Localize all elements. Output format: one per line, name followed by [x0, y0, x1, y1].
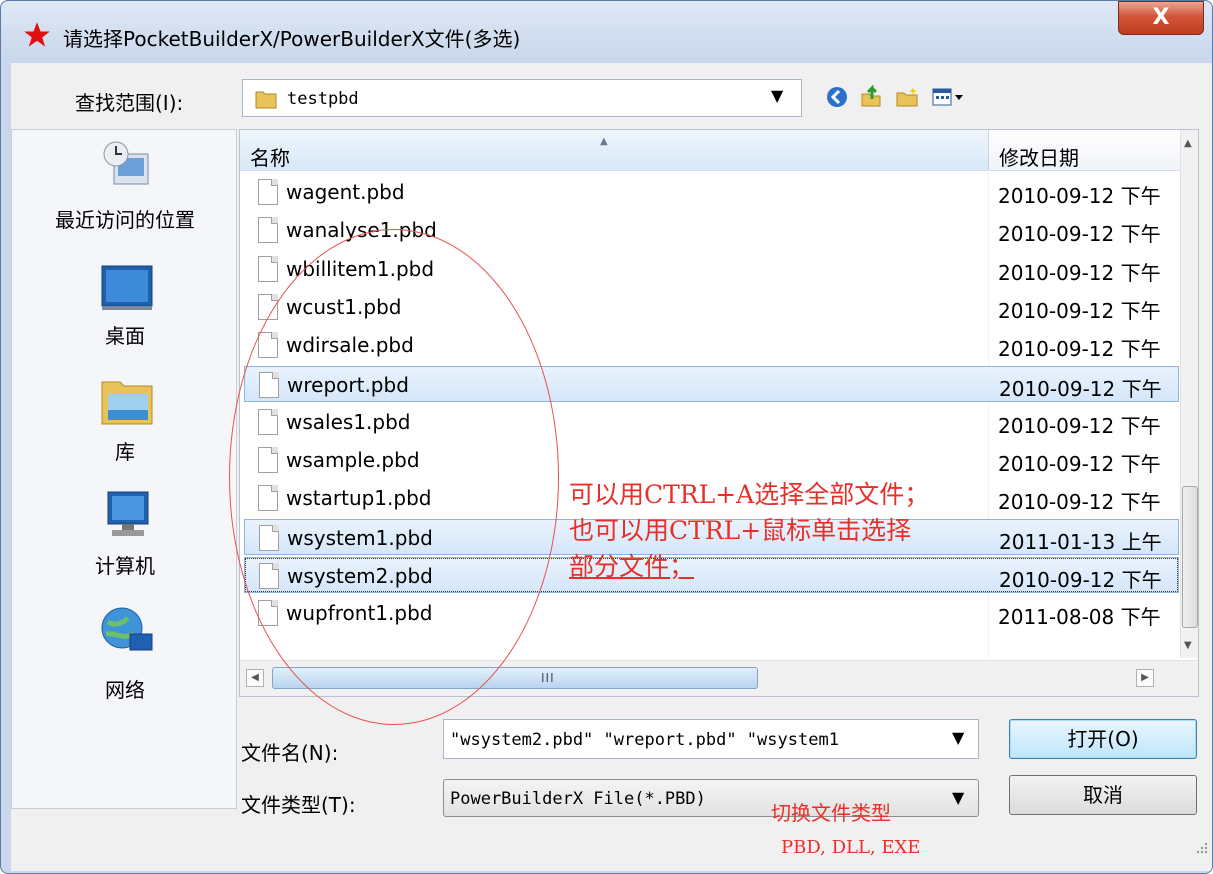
computer-icon: [107, 491, 149, 536]
file-date: 2011-08-08 下午: [998, 605, 1161, 630]
place-computer[interactable]: 计算机: [12, 488, 238, 588]
chevron-down-icon[interactable]: ▼: [771, 86, 783, 105]
filetype-annotation-extensions: PBD, DLL, EXE: [781, 837, 921, 858]
annotation-line: 部分文件；: [569, 552, 695, 581]
file-type-select[interactable]: PowerBuilderX File(*.PBD) ▼: [443, 779, 979, 817]
file-date: 2011-01-13 上午: [999, 529, 1162, 554]
file-icon: [258, 255, 278, 282]
file-date: 2010-09-12 下午: [999, 376, 1162, 401]
chevron-down-icon[interactable]: ▼: [952, 788, 964, 807]
file-date: 2010-09-12 下午: [999, 568, 1162, 592]
view-menu-icon[interactable]: [931, 85, 965, 109]
scroll-right-icon[interactable]: ▶: [1136, 669, 1154, 687]
file-type-value: PowerBuilderX File(*.PBD): [450, 789, 706, 809]
red-star-icon: [24, 22, 50, 47]
close-button[interactable]: X: [1118, 1, 1204, 35]
resize-grip-icon[interactable]: [1193, 839, 1209, 855]
file-type-label: 文件类型(T):: [241, 793, 356, 817]
file-date: 2010-09-12 下午: [998, 413, 1161, 438]
file-date: 2010-09-12 下午: [998, 222, 1161, 247]
place-label-recent: 最近访问的位置: [55, 208, 195, 232]
places-bar: 最近访问的位置 桌面 库 计算机 网络: [11, 129, 237, 809]
open-button[interactable]: 打开(O): [1009, 719, 1197, 759]
title-bar[interactable]: 请选择PocketBuilderX/PowerBuilderX文件(多选) X: [1, 1, 1212, 63]
file-name-label: 文件名(N):: [241, 741, 339, 765]
vertical-scrollbar[interactable]: ▲ ▼: [1180, 130, 1198, 658]
column-header-date[interactable]: 修改日期: [989, 130, 1179, 170]
place-label-computer: 计算机: [95, 554, 155, 578]
grip-icon: III: [541, 671, 555, 685]
vertical-scroll-thumb[interactable]: [1182, 486, 1198, 628]
recent-places-icon: [103, 141, 149, 185]
file-date: 2010-09-12 下午: [998, 337, 1161, 362]
new-folder-icon[interactable]: [895, 85, 919, 109]
filetype-annotation: 切换文件类型: [771, 801, 891, 825]
file-row[interactable]: wagent.pbd 2010-09-12 下午: [244, 174, 1179, 210]
file-name-value: "wsystem2.pbd" "wreport.pbd" "wsystem1: [450, 730, 839, 750]
multi-select-annotation: 可以用CTRL+A选择全部文件； 也可以用CTRL+鼠标单击选择 部分文件；: [569, 477, 929, 585]
network-icon: [101, 607, 153, 651]
cancel-button[interactable]: 取消: [1009, 775, 1197, 815]
sort-ascending-icon: ▲: [600, 136, 608, 147]
place-label-libraries: 库: [115, 440, 135, 464]
file-open-dialog: 请选择PocketBuilderX/PowerBuilderX文件(多选) X …: [0, 0, 1213, 874]
file-icon: [258, 179, 278, 205]
dialog-client: 查找范围(I): testpbd ▼ 最近访问的位置 桌面 库 计算机 网络 名…: [11, 63, 1212, 871]
place-label-desktop: 桌面: [105, 324, 145, 348]
up-folder-icon[interactable]: [859, 85, 883, 109]
place-libraries[interactable]: 库: [12, 374, 238, 474]
file-date: 2010-09-12 下午: [998, 452, 1161, 477]
scroll-left-icon[interactable]: ◀: [246, 669, 264, 687]
column-header-name[interactable]: 名称 ▲: [240, 130, 989, 170]
annotation-ellipse: [229, 229, 559, 725]
annotation-line: 也可以用CTRL+鼠标单击选择: [569, 516, 912, 545]
place-desktop[interactable]: 桌面: [12, 256, 238, 356]
back-icon[interactable]: [825, 85, 849, 109]
libraries-icon: [101, 381, 153, 425]
annotation-line: 可以用CTRL+A选择全部文件；: [569, 480, 930, 509]
look-in-combo[interactable]: testpbd ▼: [242, 79, 802, 117]
file-icon: [258, 217, 278, 244]
place-label-network: 网络: [105, 678, 145, 702]
column-date-label: 修改日期: [999, 146, 1079, 170]
column-name-label: 名称: [250, 146, 290, 170]
file-date: 2010-09-12 下午: [998, 184, 1161, 208]
place-network[interactable]: 网络: [12, 600, 238, 710]
file-name: wagent.pbd: [286, 180, 405, 204]
chevron-down-icon[interactable]: ▼: [952, 728, 964, 747]
dialog-title: 请选择PocketBuilderX/PowerBuilderX文件(多选): [63, 27, 521, 51]
look-in-label: 查找范围(I):: [75, 91, 184, 115]
file-date: 2010-09-12 下午: [998, 490, 1161, 515]
scroll-down-icon[interactable]: ▼: [1184, 640, 1192, 651]
folder-icon: [255, 91, 277, 109]
file-name-input[interactable]: "wsystem2.pbd" "wreport.pbd" "wsystem1 ▼: [443, 719, 979, 759]
column-header: 名称 ▲ 修改日期: [240, 130, 1180, 171]
file-date: 2010-09-12 下午: [998, 298, 1161, 323]
look-in-value: testpbd: [287, 89, 359, 109]
scroll-up-icon[interactable]: ▲: [1184, 138, 1192, 149]
place-recent[interactable]: 最近访问的位置: [12, 138, 238, 248]
file-date: 2010-09-12 下午: [998, 260, 1161, 285]
desktop-icon: [101, 265, 153, 310]
